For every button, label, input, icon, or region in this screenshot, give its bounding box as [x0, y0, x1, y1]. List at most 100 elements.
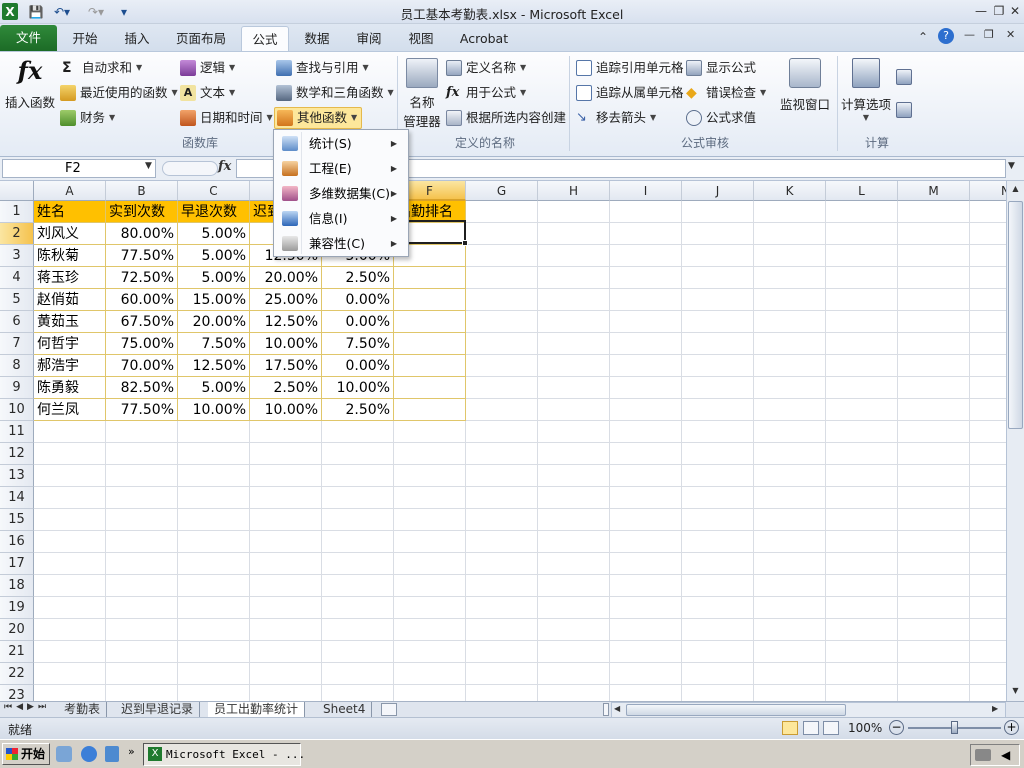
data-cell[interactable]: 12.50%	[178, 355, 250, 377]
remove-arrows-button[interactable]: ↘ 移去箭头 ▼	[576, 107, 656, 129]
data-cell[interactable]: 0.00%	[322, 311, 394, 333]
close-button[interactable]: ✕	[1006, 2, 1024, 20]
evaluate-formula-button[interactable]: 公式求值	[686, 107, 756, 129]
trace-dependents-button[interactable]: 追踪从属单元格	[576, 82, 684, 104]
data-cell[interactable]: 12.50%	[250, 311, 322, 333]
data-cell[interactable]: 20.00%	[178, 311, 250, 333]
tab-view[interactable]: 视图	[398, 26, 444, 51]
normal-view-icon[interactable]	[782, 721, 798, 735]
data-cell[interactable]: 15.00%	[178, 289, 250, 311]
row-header[interactable]: 6	[0, 311, 34, 333]
data-cell[interactable]	[394, 311, 466, 333]
row-header[interactable]: 10	[0, 399, 34, 421]
data-cell[interactable]: 2.50%	[250, 377, 322, 399]
row-header[interactable]: 22	[0, 663, 34, 685]
data-cell[interactable]: 70.00%	[106, 355, 178, 377]
column-header[interactable]: J	[682, 181, 754, 201]
tab-data[interactable]: 数据	[294, 26, 340, 51]
workbook-close-icon[interactable]: ✕	[1006, 28, 1015, 41]
vertical-scrollbar[interactable]: ▲ ▼	[1006, 181, 1024, 701]
scroll-left-icon[interactable]: ◀	[614, 704, 620, 713]
tab-split-handle[interactable]	[603, 703, 609, 716]
more-functions-button[interactable]: 其他函数 ▼	[274, 107, 363, 129]
column-header[interactable]: C	[178, 181, 250, 201]
math-button[interactable]: 数学和三角函数 ▼	[276, 82, 394, 104]
column-header[interactable]: N	[970, 181, 1006, 201]
row-header[interactable]: 17	[0, 553, 34, 575]
expand-formula-bar-icon[interactable]: ▼	[1008, 161, 1015, 171]
column-header[interactable]: K	[754, 181, 826, 201]
data-cell[interactable]: 72.50%	[106, 267, 178, 289]
media-player-icon[interactable]	[105, 746, 119, 762]
name-box[interactable]: F2	[2, 159, 156, 178]
data-cell[interactable]: 5.00%	[178, 223, 250, 245]
select-all-corner[interactable]	[0, 181, 34, 201]
row-header[interactable]: 9	[0, 377, 34, 399]
insert-function-icon[interactable]: fx	[218, 159, 231, 174]
data-cell[interactable]: 67.50%	[106, 311, 178, 333]
name-cell[interactable]: 何哲宇	[34, 333, 106, 355]
name-box-dropdown-icon[interactable]: ▼	[145, 161, 152, 171]
tab-review[interactable]: 审阅	[346, 26, 392, 51]
sheet-nav-arrows-icon[interactable]: ⏮◀▶⏭	[4, 702, 50, 712]
page-break-view-icon[interactable]	[823, 721, 839, 735]
ie-browser-icon[interactable]	[81, 746, 97, 762]
zoom-in-icon[interactable]: +	[1004, 720, 1019, 735]
column-header[interactable]: L	[826, 181, 898, 201]
name-cell[interactable]: 蒋玉珍	[34, 267, 106, 289]
row-header[interactable]: 7	[0, 333, 34, 355]
menu-item-cube[interactable]: 多维数据集(C) ▶	[277, 181, 405, 206]
formula-bar-expand-handle[interactable]	[162, 161, 218, 176]
calculation-options-button[interactable]: 计算选项 ▼	[840, 58, 892, 128]
ribbon-minimize-icon[interactable]: ⌃	[918, 30, 928, 44]
row-header[interactable]: 4	[0, 267, 34, 289]
data-cell[interactable]	[394, 377, 466, 399]
show-formulas-button[interactable]: 显示公式	[686, 57, 756, 79]
error-checking-button[interactable]: ◆ 错误检查 ▼	[686, 82, 766, 104]
data-cell[interactable]	[394, 399, 466, 421]
data-cell[interactable]: 2.50%	[322, 399, 394, 421]
recent-functions-button[interactable]: 最近使用的函数 ▼	[60, 82, 178, 104]
data-cell[interactable]: 5.00%	[178, 245, 250, 267]
scroll-right-icon[interactable]: ▶	[992, 704, 998, 713]
text-button[interactable]: A 文本 ▼	[180, 82, 235, 104]
calculate-now-icon[interactable]	[896, 69, 912, 85]
page-layout-view-icon[interactable]	[803, 721, 819, 735]
data-cell[interactable]	[394, 289, 466, 311]
row-header[interactable]: 23	[0, 685, 34, 701]
row-header[interactable]: 3	[0, 245, 34, 267]
data-cell[interactable]: 75.00%	[106, 333, 178, 355]
menu-item-statistical[interactable]: 统计(S) ▶	[277, 131, 405, 156]
name-cell[interactable]: 黄茹玉	[34, 311, 106, 333]
column-header[interactable]: I	[610, 181, 682, 201]
taskbar-more-icon[interactable]: »	[128, 745, 135, 758]
define-name-button[interactable]: 定义名称 ▼	[446, 57, 526, 79]
header-cell[interactable]: 姓名	[34, 201, 106, 223]
horizontal-scrollbar[interactable]: ◀ ▶	[611, 702, 1006, 718]
fill-handle[interactable]	[462, 240, 468, 246]
insert-function-button[interactable]: fx 插入函数	[4, 56, 56, 112]
data-cell[interactable]: 82.50%	[106, 377, 178, 399]
row-header[interactable]: 14	[0, 487, 34, 509]
tab-file[interactable]: 文件	[0, 25, 57, 51]
financial-button[interactable]: 财务 ▼	[60, 107, 115, 129]
data-cell[interactable]: 7.50%	[178, 333, 250, 355]
calculate-sheet-icon[interactable]	[896, 102, 912, 118]
data-cell[interactable]: 10.00%	[250, 399, 322, 421]
menu-item-information[interactable]: 信息(I) ▶	[277, 206, 405, 231]
name-cell[interactable]: 陈勇毅	[34, 377, 106, 399]
column-header[interactable]: B	[106, 181, 178, 201]
header-cell[interactable]: 实到次数	[106, 201, 178, 223]
data-cell[interactable]: 60.00%	[106, 289, 178, 311]
data-cell[interactable]: 0.00%	[322, 289, 394, 311]
trace-precedents-button[interactable]: 追踪引用单元格	[576, 57, 684, 79]
tab-acrobat[interactable]: Acrobat	[452, 26, 516, 51]
data-cell[interactable]: 80.00%	[106, 223, 178, 245]
workbook-minimize-icon[interactable]: —	[964, 28, 975, 41]
column-header[interactable]: A	[34, 181, 106, 201]
row-header[interactable]: 12	[0, 443, 34, 465]
column-header[interactable]: H	[538, 181, 610, 201]
tab-page-layout[interactable]: 页面布局	[168, 26, 234, 51]
column-header[interactable]: M	[898, 181, 970, 201]
zoom-out-icon[interactable]: −	[889, 720, 904, 735]
